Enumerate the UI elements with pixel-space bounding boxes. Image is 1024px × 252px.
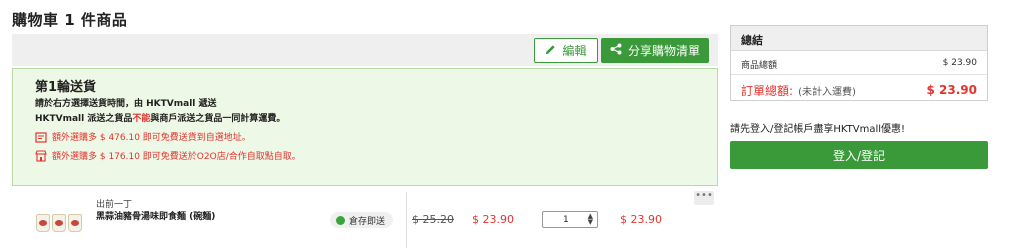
store-pickup-icon (35, 149, 47, 162)
updown-arrows-icon: ▲ ▼ (587, 212, 593, 226)
edit-button-label: 編輯 (562, 44, 587, 58)
pencil-icon (545, 44, 556, 58)
stock-badge: 倉存即送 (330, 212, 394, 228)
summary-heading: 總結 (731, 26, 987, 51)
cup-noodle-image (36, 214, 50, 232)
delivery-round-box: 第1輪送貨 請於右方選擇送貨時間，由 HKTVmall 遞送 HKTVmall … (12, 68, 718, 186)
free-home-delivery-promo: 額外選購多 $ 476.10 即可免費送貨到自選地址。 (35, 130, 251, 143)
sale-price: $ 23.90 (472, 213, 514, 226)
product-thumbnail[interactable] (36, 210, 84, 234)
cart-panel: 編輯 分享購物清單 第1輪送貨 請於右方選擇送貨時間，由 HKTVmall 遞送… (12, 34, 718, 252)
more-options-button[interactable]: ••• (694, 191, 714, 205)
product-name[interactable]: 黑蒜油豬骨湯味即食麵 (碗麵) (96, 209, 215, 222)
subtotal-row: 商品總額 $ 23.90 (741, 58, 977, 71)
delivery-shipping-note-emphasis: 不能 (132, 114, 151, 124)
delivery-note: 請於右方選擇送貨時間，由 HKTVmall 遞送 (35, 99, 217, 109)
cup-noodle-image (68, 214, 82, 232)
delivery-shipping-note: HKTVmall 派送之貨品不能與商戶派送之貨品一同計算運費。 (35, 111, 285, 124)
free-pickup-text: 額外選購多 $ 176.10 即可免費送於O2O店/合作自取點自取。 (52, 152, 301, 162)
free-home-delivery-text: 額外選購多 $ 476.10 即可免費送貨到自選地址。 (52, 133, 251, 143)
stock-badge-label: 倉存即送 (349, 216, 386, 227)
order-summary: 總結 商品總額 $ 23.90 訂單總額: (未計入運費) $ 23.90 (730, 25, 988, 101)
edit-button[interactable]: 編輯 (534, 38, 598, 63)
delivery-shipping-note-part1: HKTVmall 派送之貨品 (35, 114, 133, 124)
cart-toolbar: 編輯 分享購物清單 (12, 34, 718, 66)
share-button-label: 分享購物清單 (627, 44, 700, 58)
subtotal-label: 商品總額 (741, 61, 778, 71)
order-total-value: $ 23.90 (926, 82, 977, 97)
free-pickup-promo: 額外選購多 $ 176.10 即可免費送於O2O店/合作自取點自取。 (35, 149, 301, 162)
subtotal-value: $ 23.90 (942, 58, 977, 68)
share-icon (610, 43, 622, 58)
summary-divider (731, 74, 987, 75)
delivery-round-title: 第1輪送貨 (35, 80, 97, 95)
order-total-label: 訂單總額: (741, 84, 794, 98)
quantity-value: 1 (563, 214, 569, 225)
in-stock-icon (336, 215, 345, 225)
delivery-shipping-note-part2: 與商戶派送之貨品一同計算運費。 (150, 114, 286, 124)
cup-noodle-image (52, 214, 66, 232)
share-list-button[interactable]: 分享購物清單 (601, 38, 709, 63)
cart-item-row: 出前一丁 黑蒜油豬骨湯味即食麵 (碗麵) 倉存即送 $ 25.20 $ 23.9… (12, 188, 718, 252)
line-total-price: $ 23.90 (620, 213, 662, 226)
page-title: 購物車 1 件商品 (12, 11, 128, 29)
home-delivery-icon (35, 131, 47, 143)
login-prompt: 請先登入/登記帳戶盡享HKTVmall優惠! (730, 124, 906, 135)
login-register-button[interactable]: 登入/登記 (730, 141, 988, 169)
original-price: $ 25.20 (412, 213, 454, 226)
quantity-select[interactable]: 1 ▲ ▼ (542, 211, 598, 228)
order-total-row: 訂單總額: (未計入運費) $ 23.90 (741, 80, 977, 99)
shipping-excluded-note: (未計入運費) (798, 87, 856, 98)
